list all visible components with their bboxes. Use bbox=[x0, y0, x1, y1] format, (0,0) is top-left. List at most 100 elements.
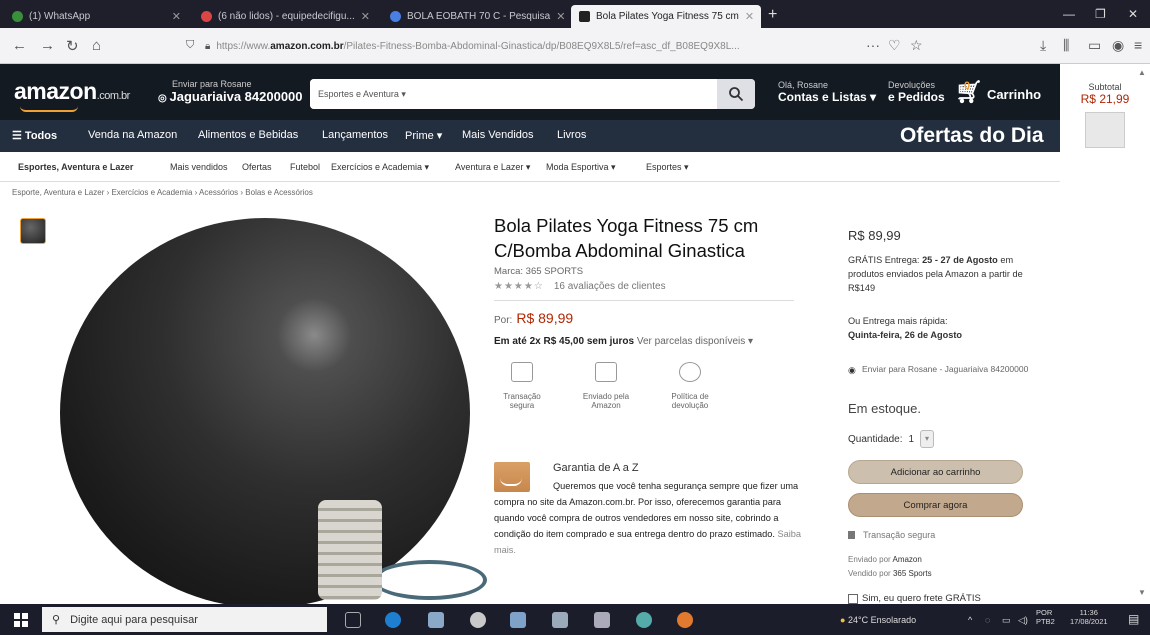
tab-amazon-product[interactable]: Bola Pilates Yoga Fitness 75 cm ✕ bbox=[571, 5, 761, 28]
excel-icon[interactable] bbox=[552, 612, 568, 628]
product-brand[interactable]: Marca: 365 SPORTS bbox=[494, 266, 583, 277]
category-esportes-menu[interactable]: Esportes ▾ bbox=[646, 162, 689, 173]
cart-item-thumbnail[interactable] bbox=[1085, 112, 1125, 148]
forward-icon[interactable]: → bbox=[40, 37, 55, 54]
photos-icon[interactable] bbox=[510, 612, 526, 628]
deliver-to[interactable]: Enviar para Rosane ◎ Jaguariaiva 8420000… bbox=[158, 79, 303, 104]
secure-transaction[interactable]: Transação segura bbox=[848, 530, 935, 540]
more-icon[interactable]: ··· bbox=[866, 37, 880, 53]
search-button[interactable] bbox=[717, 79, 755, 109]
checkbox[interactable] bbox=[848, 593, 858, 604]
close-icon[interactable]: ✕ bbox=[172, 10, 181, 23]
category-mais-vendidos[interactable]: Mais vendidos bbox=[170, 162, 228, 172]
download-icon[interactable]: ⤓ bbox=[1040, 37, 1046, 54]
feature-return-policy[interactable]: Política de devolução bbox=[660, 362, 720, 410]
guarantee-text: Queremos que você tenha segurança sempre… bbox=[494, 481, 801, 555]
scroll-up-icon[interactable]: ▲ bbox=[1138, 68, 1146, 77]
cart-button[interactable]: 🛒︎ 0 Carrinho bbox=[955, 80, 1041, 103]
browser-tab-bar: (1) WhatsApp ✕ (6 não lidos) - equipedec… bbox=[0, 0, 1150, 28]
feature-shipped-by-amazon[interactable]: Enviado pela Amazon bbox=[576, 362, 636, 410]
nav-item-alimentos[interactable]: Alimentos e Bebidas bbox=[198, 129, 298, 141]
close-icon[interactable]: ✕ bbox=[556, 10, 565, 23]
reload-icon[interactable]: ↻ bbox=[66, 37, 79, 55]
pocket-icon[interactable]: ♡ bbox=[888, 37, 901, 54]
lock-icon bbox=[848, 531, 855, 539]
powerpoint-icon[interactable] bbox=[594, 612, 610, 628]
category-futebol[interactable]: Futebol bbox=[290, 162, 320, 172]
category-moda[interactable]: Moda Esportiva ▾ bbox=[546, 162, 616, 173]
feature-secure[interactable]: Transação segura bbox=[492, 362, 552, 410]
installments-link[interactable]: Ver parcelas disponíveis ▾ bbox=[637, 336, 753, 347]
search-icon: ⚲ bbox=[52, 614, 61, 626]
notification-icon[interactable]: ▤ bbox=[1128, 612, 1139, 626]
tray-chevron-icon[interactable]: ^ bbox=[968, 615, 972, 625]
task-view-icon[interactable] bbox=[345, 612, 361, 628]
category-ofertas[interactable]: Ofertas bbox=[242, 162, 272, 172]
close-icon[interactable]: ✕ bbox=[361, 10, 370, 23]
minimize-icon[interactable]: — bbox=[1063, 7, 1075, 21]
seller-link[interactable]: 365 Sports bbox=[893, 569, 932, 578]
search-category-select[interactable]: Esportes e Aventura ▾ bbox=[310, 79, 414, 109]
quantity-select[interactable]: Quantidade: 1 ▾ bbox=[848, 430, 935, 448]
library-icon[interactable]: ⫼ bbox=[1063, 37, 1069, 54]
windows-start-icon[interactable] bbox=[14, 613, 28, 627]
deals-of-the-day[interactable]: Ofertas do Dia bbox=[900, 124, 1044, 148]
account-lists-menu[interactable]: Olá, Rosane Contas e Listas ▾ bbox=[778, 80, 876, 104]
battery-icon[interactable]: ▭ bbox=[1002, 615, 1011, 626]
volume-icon[interactable]: ◁) bbox=[1018, 615, 1028, 626]
location-pin-icon: ◉ bbox=[848, 365, 856, 375]
buybox-location[interactable]: ◉ Enviar para Rosane - Jaguariaiva 84200… bbox=[848, 363, 1038, 375]
weather-widget[interactable]: ● 24°C Ensolarado bbox=[840, 615, 916, 625]
tab-google-search[interactable]: BOLA EOBATH 70 C - Pesquisa ✕ bbox=[382, 5, 567, 28]
amazon-logo[interactable]: amazon.com.br bbox=[14, 78, 130, 105]
nav-item-lancamentos[interactable]: Lançamentos bbox=[322, 129, 388, 141]
google-icon bbox=[390, 11, 401, 22]
keyboard-language[interactable]: POR PTB2 bbox=[1036, 608, 1055, 626]
tab-mail[interactable]: (6 não lidos) - equipedecifigu... ✕ bbox=[193, 5, 378, 28]
menu-icon[interactable]: ≡ bbox=[1134, 37, 1142, 53]
product-image-ball[interactable] bbox=[60, 218, 470, 608]
product-thumbnail[interactable] bbox=[20, 218, 46, 244]
back-icon[interactable]: ← bbox=[12, 37, 27, 54]
nav-item-livros[interactable]: Livros bbox=[557, 129, 586, 141]
bookmark-star-icon[interactable]: ☆ bbox=[910, 37, 923, 54]
installments: Em até 2x R$ 45,00 sem juros Ver parcela… bbox=[494, 336, 754, 347]
scroll-down-icon[interactable]: ▼ bbox=[1138, 588, 1146, 597]
sidebar-icon[interactable]: ▭ bbox=[1088, 37, 1101, 54]
product-image-hose bbox=[372, 560, 487, 600]
tab-whatsapp[interactable]: (1) WhatsApp ✕ bbox=[4, 5, 189, 28]
add-to-cart-button[interactable]: Adicionar ao carrinho bbox=[848, 460, 1023, 484]
category-aventura[interactable]: Aventura e Lazer ▾ bbox=[455, 162, 530, 173]
breadcrumb[interactable]: Esporte, Aventura e Lazer › Exercícios e… bbox=[12, 188, 313, 197]
nav-all[interactable]: ☰ Todos bbox=[12, 129, 57, 142]
nav-item-mais-vendidos[interactable]: Mais Vendidos bbox=[462, 129, 534, 141]
firefox-icon[interactable] bbox=[677, 612, 693, 628]
returns-orders-link[interactable]: Devoluções e Pedidos bbox=[888, 80, 945, 104]
product-rating[interactable]: ★★★★☆ 16 avaliações de clientes bbox=[494, 281, 666, 292]
clock[interactable]: 11:36 17/08/2021 bbox=[1070, 608, 1108, 626]
taskbar-search[interactable]: ⚲ Digite aqui para pesquisar bbox=[42, 607, 327, 632]
network-icon[interactable]: ◌ bbox=[985, 615, 990, 625]
close-window-icon[interactable]: ✕ bbox=[1128, 7, 1138, 21]
cart-icon: 🛒︎ 0 bbox=[955, 80, 983, 103]
mail-app-icon[interactable] bbox=[428, 612, 444, 628]
chrome-icon[interactable] bbox=[470, 612, 486, 628]
edge-icon[interactable] bbox=[385, 612, 401, 628]
category-esportes[interactable]: Esportes, Aventura e Lazer bbox=[18, 162, 133, 172]
chevron-down-icon[interactable]: ▾ bbox=[920, 430, 935, 448]
maximize-icon[interactable]: ❐ bbox=[1095, 7, 1106, 21]
mail-icon bbox=[201, 11, 212, 22]
account-icon[interactable]: ◉ bbox=[1112, 37, 1124, 54]
nav-item-prime[interactable]: Prime ▾ bbox=[405, 129, 442, 142]
url-input[interactable]: 🔒︎ https://www.amazon.com.br/Pilates-Fit… bbox=[205, 34, 905, 58]
free-shipping-checkbox[interactable]: Sim, eu quero frete GRÁTIS bbox=[848, 593, 981, 604]
home-icon[interactable]: ⌂ bbox=[92, 37, 101, 54]
close-icon[interactable]: ✕ bbox=[745, 10, 754, 23]
nav-item-venda[interactable]: Venda na Amazon bbox=[88, 129, 177, 141]
category-exercicios[interactable]: Exercícios e Academia ▾ bbox=[331, 162, 429, 173]
new-tab-icon[interactable]: + bbox=[768, 6, 777, 24]
buy-now-button[interactable]: Comprar agora bbox=[848, 493, 1023, 517]
shield-icon[interactable]: ⛉ bbox=[186, 39, 194, 52]
subtotal-panel: Subtotal R$ 21,99 bbox=[1060, 64, 1150, 204]
browser-app-icon[interactable] bbox=[636, 612, 652, 628]
